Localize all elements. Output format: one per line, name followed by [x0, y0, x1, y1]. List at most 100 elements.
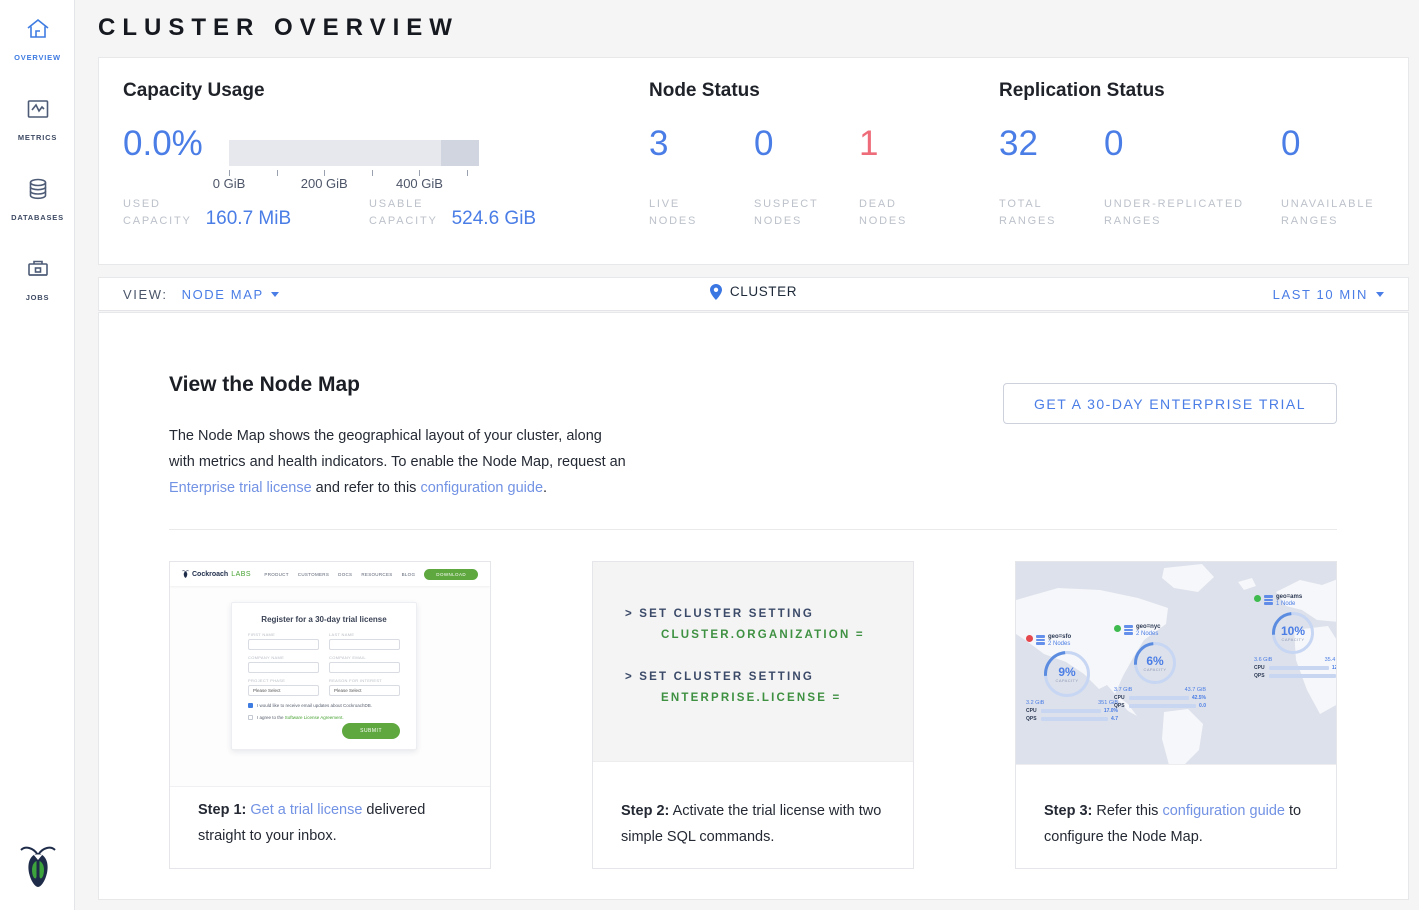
field-label: FIRST NAME	[248, 632, 319, 637]
qps-label: QPS	[1254, 673, 1266, 679]
chevron-down-icon	[1376, 292, 1384, 297]
cpu-label: CPU	[1254, 665, 1266, 671]
field-label: REASON FOR INTEREST	[329, 678, 400, 683]
sidebar-item-metrics[interactable]: METRICS	[0, 80, 75, 160]
used-capacity-label2: CAPACITY	[123, 213, 192, 230]
sidebar-item-databases[interactable]: DATABASES	[0, 160, 75, 240]
site-header: Cockroach LABS PRODUCT CUSTOMERS DOCS RE…	[170, 562, 490, 586]
field-label: COMPANY NAME	[248, 655, 319, 660]
home-icon	[25, 29, 51, 46]
step2-card: > SET CLUSTER SETTING CLUSTER.ORGANIZATI…	[592, 561, 914, 869]
capacity-percent: 10%	[1281, 625, 1305, 637]
dead-nodes-count: 1	[859, 124, 878, 164]
step1-card: Cockroach LABS PRODUCT CUSTOMERS DOCS RE…	[169, 561, 491, 869]
description-text: and refer to this	[312, 480, 421, 496]
node-used: 3.6 GiB	[1254, 657, 1272, 663]
map-node-sfo: geo=sfo 2 Nodes 9% CAPACITY 3.2 GiB 351 …	[1026, 634, 1118, 722]
node-name: geo=ams	[1276, 594, 1302, 601]
checkbox-label: I would like to receive email updates ab…	[257, 703, 372, 708]
enterprise-trial-license-link[interactable]: Enterprise trial license	[169, 480, 312, 496]
caption-text: Refer this	[1092, 803, 1162, 819]
total-ranges-label: TOTALRANGES	[999, 196, 1099, 230]
capacity-label: CAPACITY	[1282, 637, 1305, 642]
company-email-field	[329, 662, 400, 673]
description-text: The Node Map shows the geographical layo…	[169, 428, 626, 470]
view-selector-bar: VIEW: NODE MAP CLUSTER LAST 10 MIN	[98, 277, 1409, 311]
used-capacity-value: 160.7 MiB	[206, 208, 292, 230]
usable-capacity-stat: USABLE CAPACITY 524.6 GiB	[369, 196, 536, 230]
replication-status-title: Replication Status	[999, 80, 1165, 102]
usable-capacity-label2: CAPACITY	[369, 213, 438, 230]
step2-caption: Step 2: Activate the trial license with …	[593, 762, 913, 850]
cpu-value: 12.3%	[1332, 665, 1336, 671]
node-name: geo=sfo	[1048, 634, 1071, 641]
cluster-label: CLUSTER	[730, 284, 797, 299]
cockroachdb-logo-icon	[0, 843, 75, 894]
logo-text: Cockroach	[192, 571, 228, 578]
usable-capacity-value: 524.6 GiB	[452, 208, 537, 230]
sidebar-item-label: OVERVIEW	[0, 53, 75, 62]
configuration-guide-link[interactable]: configuration guide	[1162, 803, 1285, 819]
step3-caption: Step 3: Refer this configuration guide t…	[1016, 765, 1336, 850]
sql-prompt: > SET CLUSTER SETTING	[625, 608, 913, 620]
cockroach-labs-logo: Cockroach LABS	[182, 569, 251, 579]
enterprise-trial-button[interactable]: GET A 30-DAY ENTERPRISE TRIAL	[1003, 383, 1337, 424]
project-phase-select: Please Select	[248, 685, 319, 696]
map-node-ams: geo=ams 1 Node 10% CAPACITY 3.6 GiB 35.4…	[1254, 594, 1336, 679]
map-node-nyc: geo=nyc 2 Nodes 6% CAPACITY 3.7 GiB 43.7…	[1114, 624, 1206, 709]
unavailable-ranges-count: 0	[1281, 124, 1300, 164]
license-agreement-link: Software License Agreement.	[285, 715, 344, 720]
capacity-gauge: 10% CAPACITY	[1272, 612, 1314, 654]
logo-suffix: LABS	[231, 571, 251, 578]
node-stack-icon	[1124, 625, 1133, 635]
chevron-down-icon	[271, 292, 279, 297]
field-label: COMPANY EMAIL	[329, 655, 400, 660]
node-count: 2 Nodes	[1136, 631, 1161, 638]
sidebar-item-overview[interactable]: OVERVIEW	[0, 0, 75, 80]
capacity-axis-ticks	[229, 168, 479, 176]
trial-license-form: Register for a 30-day trial license FIRS…	[231, 602, 417, 750]
under-replicated-ranges-count: 0	[1104, 124, 1123, 164]
capacity-used-percent: 0.0%	[123, 124, 203, 164]
steps-row: Cockroach LABS PRODUCT CUSTOMERS DOCS RE…	[169, 561, 1337, 869]
node-status-title: Node Status	[649, 80, 760, 102]
time-range-dropdown[interactable]: LAST 10 MIN	[1273, 287, 1384, 302]
cpu-sparkline	[1129, 696, 1189, 700]
capacity-usage-title: Capacity Usage	[123, 80, 265, 102]
cluster-breadcrumb: CLUSTER	[710, 284, 797, 300]
capacity-label: CAPACITY	[1056, 678, 1079, 683]
node-used: 3.2 GiB	[1026, 700, 1044, 706]
checkbox-icon	[248, 715, 253, 720]
node-status-green-icon	[1254, 595, 1261, 602]
email-updates-checkbox-row: I would like to receive email updates ab…	[248, 703, 400, 708]
field-label: LAST NAME	[329, 632, 400, 637]
submit-button: SUBMIT	[342, 723, 400, 739]
configuration-guide-link[interactable]: configuration guide	[420, 480, 543, 496]
location-pin-icon	[710, 284, 722, 300]
nav-item: CUSTOMERS	[298, 572, 329, 577]
nav-item: RESOURCES	[361, 572, 392, 577]
sql-prompt: > SET CLUSTER SETTING	[625, 671, 913, 683]
step2-label: Step 2:	[621, 803, 669, 819]
database-icon	[25, 189, 51, 206]
node-name: geo=nyc	[1136, 624, 1161, 631]
cluster-summary-panel: Capacity Usage 0.0% 0 GiB 200 GiB 400 Gi…	[98, 57, 1409, 265]
sidebar-item-jobs[interactable]: JOBS	[0, 240, 75, 320]
nav-item: DOCS	[338, 572, 352, 577]
capacity-label: CAPACITY	[1144, 667, 1167, 672]
node-count: 1 Node	[1276, 601, 1302, 608]
node-stack-icon	[1264, 595, 1273, 605]
live-nodes-count: 3	[649, 124, 668, 164]
field-label: PROJECT PHASE	[248, 678, 319, 683]
sidebar-item-label: DATABASES	[0, 213, 75, 222]
qps-sparkline	[1269, 674, 1336, 678]
cpu-label: CPU	[1026, 708, 1038, 714]
view-label: VIEW:	[123, 287, 168, 302]
view-dropdown[interactable]: NODE MAP	[182, 287, 279, 302]
capacity-bar-dark-segment	[441, 140, 479, 166]
get-trial-license-link[interactable]: Get a trial license	[250, 802, 362, 818]
view-dropdown-value: NODE MAP	[182, 287, 264, 302]
step3-card: geo=sfo 2 Nodes 9% CAPACITY 3.2 GiB 351 …	[1015, 561, 1337, 869]
suspect-nodes-label: SUSPECTNODES	[754, 196, 854, 230]
node-map-panel: View the Node Map The Node Map shows the…	[98, 312, 1409, 900]
